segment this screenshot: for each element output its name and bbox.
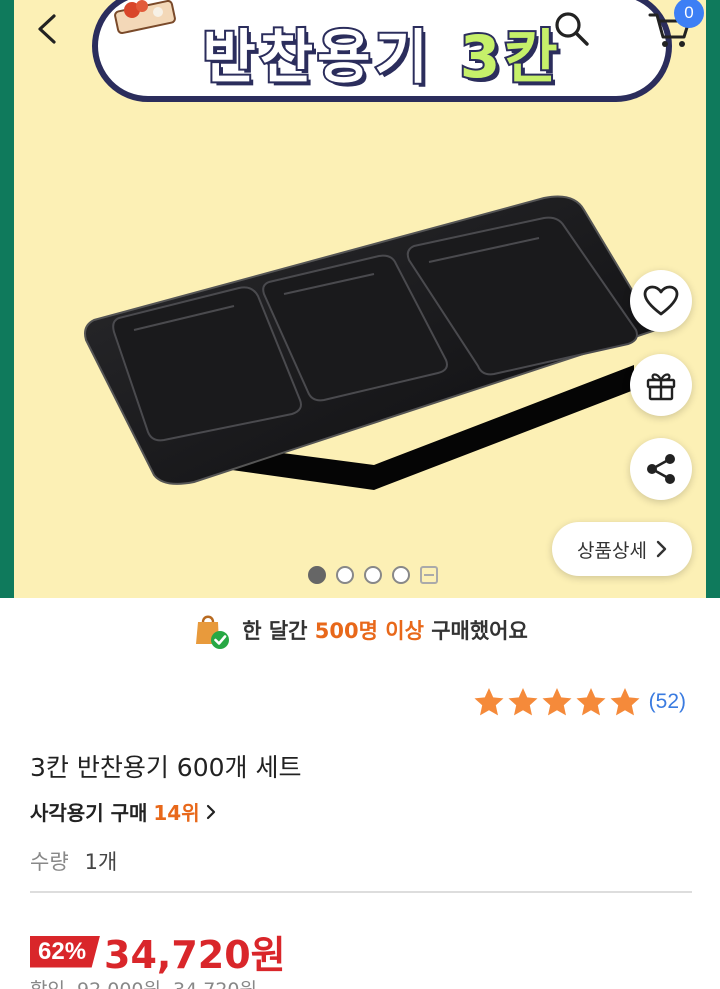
page-dot[interactable] — [392, 566, 410, 584]
page-dot-more[interactable] — [420, 566, 438, 584]
divider — [30, 891, 692, 893]
chevron-right-icon — [206, 804, 215, 819]
price-row: 62% 34,720원 — [30, 924, 286, 979]
rating[interactable]: (52) — [473, 686, 686, 718]
quantity-label: 수량 — [30, 850, 69, 874]
chevron-right-icon — [656, 540, 667, 558]
star-icon — [576, 688, 606, 716]
category-rank-link[interactable]: 사각용기 구매 14위 — [30, 797, 216, 826]
share-button[interactable] — [630, 438, 692, 500]
page-dot[interactable] — [336, 566, 354, 584]
star-icon — [508, 688, 538, 716]
sale-price: 34,720원 — [104, 933, 286, 977]
back-button[interactable] — [18, 0, 78, 58]
chevron-left-icon — [38, 14, 56, 44]
share-icon — [647, 454, 675, 484]
product-detail-button[interactable]: 상품상세 — [552, 522, 692, 576]
product-hero: 반찬용기 3칸 0 상품상세 — [0, 0, 720, 598]
purchase-highlight: 500명 이상 — [314, 619, 424, 643]
like-button[interactable] — [630, 270, 692, 332]
product-image-area[interactable]: 반찬용기 3칸 — [14, 0, 706, 598]
rank-prefix: 사각용기 구매 — [30, 801, 148, 825]
search-button[interactable] — [542, 0, 602, 58]
price-breakdown: 할인 92,000원 34,720원 — [30, 975, 257, 989]
shopping-bag-check-icon — [196, 615, 230, 649]
product-title: 3칸 반찬용기 600개 세트 — [30, 753, 302, 782]
purchase-suffix: 구매했어요 — [431, 619, 528, 643]
banner-main-text: 반찬용기 — [200, 21, 432, 93]
quantity-row: 수량 1개 — [30, 846, 117, 876]
search-icon — [555, 12, 589, 46]
product-image — [84, 195, 658, 490]
heart-icon — [643, 285, 679, 316]
page-dot-active[interactable] — [308, 566, 326, 584]
gift-icon — [646, 373, 676, 401]
product-detail-label: 상품상세 — [577, 539, 647, 562]
star-icon — [542, 688, 572, 716]
star-icon — [610, 688, 640, 716]
sub-sale-price: 34,720원 — [173, 979, 257, 989]
rank-value: 14위 — [153, 801, 200, 825]
food-illustration-icon — [114, 0, 176, 35]
page-dot[interactable] — [364, 566, 382, 584]
discount-badge: 62% — [30, 935, 101, 968]
purchase-count-banner: 한 달간 500명 이상 구매했어요 — [0, 604, 720, 656]
star-icon — [474, 688, 504, 716]
original-price: 92,000원 — [77, 979, 161, 989]
discount-label: 할인 — [30, 979, 65, 989]
purchase-prefix: 한 달간 — [242, 619, 308, 643]
image-pagination — [308, 566, 438, 584]
review-count-link[interactable]: (52) — [649, 690, 686, 714]
quantity-value: 1개 — [84, 850, 118, 874]
gift-button[interactable] — [630, 354, 692, 416]
